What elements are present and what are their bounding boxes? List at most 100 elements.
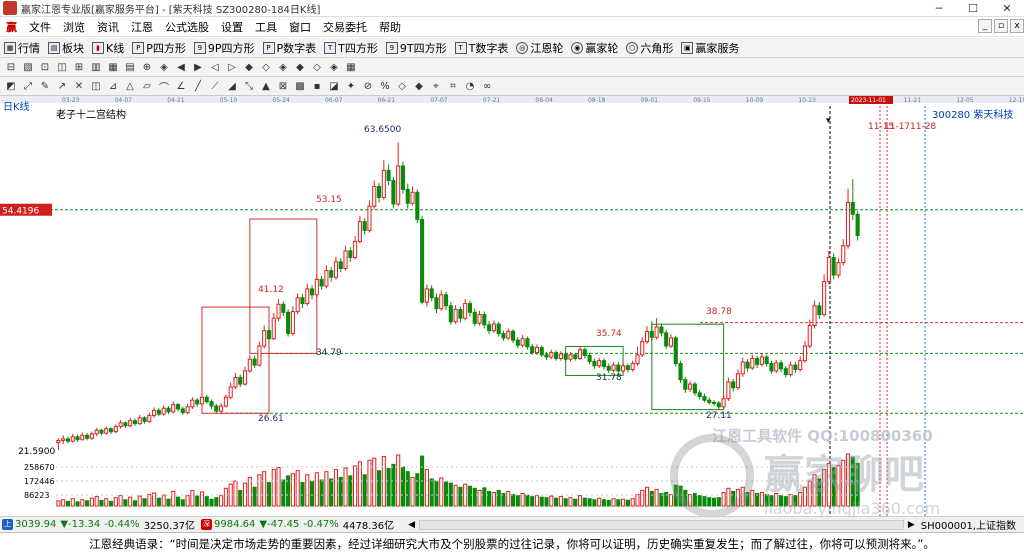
draw-tool-icon-19[interactable]: ◇ bbox=[310, 60, 324, 74]
low-price-label: 21.5900 bbox=[18, 447, 55, 457]
candle bbox=[113, 426, 118, 433]
gann-tool-icon-11[interactable]: ∠ bbox=[174, 79, 188, 93]
toolbar-service-button[interactable]: ▣ 赢家服务 bbox=[677, 40, 743, 56]
status-scroll-right-icon[interactable]: ▶ bbox=[908, 520, 915, 530]
candle bbox=[525, 338, 530, 348]
volume-bar bbox=[171, 490, 176, 507]
sh-index[interactable]: 上 3039.94 ▼-13.34 -0.44% 3250.37亿 bbox=[0, 517, 195, 532]
status-scrollbar[interactable] bbox=[419, 519, 904, 530]
toolbar-winner-wheel-button[interactable]: ◉ 赢家轮 bbox=[567, 40, 622, 56]
gann-tool-icon-13[interactable]: ⟋ bbox=[208, 79, 222, 93]
menu-item-browse[interactable]: 浏览 bbox=[57, 19, 91, 35]
draw-tool-icon-10[interactable]: ◈ bbox=[157, 60, 171, 74]
date-tick: 05-24 bbox=[272, 97, 290, 104]
draw-tool-icon-21[interactable]: ▦ bbox=[344, 60, 358, 74]
price-annotation: 35.74 bbox=[596, 329, 622, 339]
candle bbox=[434, 297, 439, 310]
draw-tool-icon-17[interactable]: ◈ bbox=[276, 60, 290, 74]
gann-tool-icon-21[interactable]: ✦ bbox=[344, 79, 358, 93]
candle bbox=[817, 305, 822, 316]
candle bbox=[520, 338, 525, 346]
draw-tool-icon-1[interactable]: ⊟ bbox=[4, 60, 18, 74]
sz-index[interactable]: 深 9984.64 ▼-47.45 -0.47% 4478.36亿 bbox=[199, 517, 394, 532]
menu-item-help[interactable]: 帮助 bbox=[373, 19, 407, 35]
menu-app-icon[interactable]: 赢 bbox=[0, 19, 23, 35]
gann-tool-icon-7[interactable]: ⊿ bbox=[106, 79, 120, 93]
gann-tool-icon-29[interactable]: ∞ bbox=[480, 79, 494, 93]
draw-tool-icon-14[interactable]: ▷ bbox=[225, 60, 239, 74]
status-scroll-left-icon[interactable]: ◀ bbox=[408, 520, 415, 530]
gann-tool-icon-2[interactable]: ⤢ bbox=[21, 79, 35, 93]
draw-tool-icon-13[interactable]: ◁ bbox=[208, 60, 222, 74]
toolbar-9p-square-button[interactable]: 9 9P四方形 bbox=[190, 40, 259, 56]
toolbar-p-square-button[interactable]: P P四方形 bbox=[128, 40, 190, 56]
menu-item-window[interactable]: 窗口 bbox=[283, 19, 317, 35]
toolbar-gann-wheel-button[interactable]: ◎ 江恩轮 bbox=[512, 40, 567, 56]
gann-tool-icon-28[interactable]: ◔ bbox=[463, 79, 477, 93]
toolbar-9t-square-button[interactable]: 9 9T四方形 bbox=[382, 40, 451, 56]
t-table-icon: T bbox=[454, 41, 467, 54]
gann-tool-icon-9[interactable]: ▱ bbox=[140, 79, 154, 93]
toolbar-t-table-button[interactable]: T T数字表 bbox=[451, 40, 513, 56]
menu-item-gann[interactable]: 江恩 bbox=[125, 19, 159, 35]
gann-tool-icon-1[interactable]: ◩ bbox=[4, 79, 18, 93]
draw-tool-icon-6[interactable]: ▥ bbox=[89, 60, 103, 74]
draw-tool-icon-16[interactable]: ◇ bbox=[259, 60, 273, 74]
toolbar-hexagon-button[interactable]: ⬡ 六角形 bbox=[622, 40, 677, 56]
close-icon[interactable]: ✕ bbox=[990, 0, 1024, 17]
toolbar-t-square-button[interactable]: T T四方形 bbox=[320, 40, 382, 56]
draw-tool-icon-20[interactable]: ◈ bbox=[327, 60, 341, 74]
menu-item-tools[interactable]: 工具 bbox=[249, 19, 283, 35]
maximize-icon[interactable]: ☐ bbox=[956, 0, 990, 17]
volume-bar bbox=[415, 473, 420, 507]
gann-tool-icon-19[interactable]: ▪ bbox=[310, 79, 324, 93]
draw-tool-icon-4[interactable]: ◫ bbox=[55, 60, 69, 74]
draw-tool-icon-2[interactable]: ▧ bbox=[21, 60, 35, 74]
draw-tool-icon-15[interactable]: ◆ bbox=[242, 60, 256, 74]
gann-tool-icon-16[interactable]: ▲ bbox=[259, 79, 273, 93]
gann-tool-icon-23[interactable]: % bbox=[378, 79, 392, 93]
mdi-minimize-icon[interactable]: _ bbox=[978, 19, 992, 33]
menu-item-trade[interactable]: 交易委托 bbox=[317, 19, 373, 35]
minimize-icon[interactable]: ─ bbox=[922, 0, 956, 17]
draw-tool-icon-12[interactable]: ▶ bbox=[191, 60, 205, 74]
draw-tool-icon-11[interactable]: ◀ bbox=[174, 60, 188, 74]
gann-tool-icon-15[interactable]: ⤡ bbox=[242, 79, 256, 93]
gann-tool-icon-17[interactable]: ⊠ bbox=[276, 79, 290, 93]
menu-item-file[interactable]: 文件 bbox=[23, 19, 57, 35]
gann-tool-icon-3[interactable]: ✎ bbox=[38, 79, 52, 93]
draw-tool-icon-9[interactable]: ⊕ bbox=[140, 60, 154, 74]
menu-item-settings[interactable]: 设置 bbox=[215, 19, 249, 35]
mdi-restore-icon[interactable]: ▫ bbox=[994, 19, 1008, 33]
gann-tool-icon-8[interactable]: △ bbox=[123, 79, 137, 93]
status-index-selector[interactable]: SH000001,上证指数 bbox=[921, 517, 1016, 532]
draw-tool-icon-7[interactable]: ▦ bbox=[106, 60, 120, 74]
gann-tool-icon-12[interactable]: ╱ bbox=[191, 79, 205, 93]
gann-tool-icon-10[interactable]: ⌒ bbox=[157, 79, 171, 94]
gann-tool-icon-24[interactable]: ◇ bbox=[395, 79, 409, 93]
gann-tool-icon-4[interactable]: ↗ bbox=[55, 79, 69, 93]
toolbar-kline-button[interactable]: ▮ K线 bbox=[88, 40, 128, 56]
draw-tool-icon-8[interactable]: ▤ bbox=[123, 60, 137, 74]
gann-tool-icon-5[interactable]: ✕ bbox=[72, 79, 86, 93]
gann-tool-icon-22[interactable]: ⊘ bbox=[361, 79, 375, 93]
gann-tool-icon-18[interactable]: ▩ bbox=[293, 79, 307, 93]
gann-tool-icon-20[interactable]: ◪ bbox=[327, 79, 341, 93]
toolbar-quotes-button[interactable]: ▦ 行情 bbox=[0, 40, 44, 56]
menu-item-news[interactable]: 资讯 bbox=[91, 19, 125, 35]
gann-tool-icon-25[interactable]: ◆ bbox=[412, 79, 426, 93]
toolbar-p-table-button[interactable]: P P数字表 bbox=[259, 40, 321, 56]
draw-tool-icon-18[interactable]: ◆ bbox=[293, 60, 307, 74]
toolbar-label: 行情 bbox=[18, 41, 40, 55]
mdi-close-icon[interactable]: x bbox=[1010, 19, 1024, 33]
kline-chart-area[interactable]: 03-23 04-07 04-21 05-10 05-24 06-07 06-21 07-07… bbox=[0, 96, 1024, 518]
gann-tool-icon-6[interactable]: ◫ bbox=[89, 79, 103, 93]
menu-item-formula[interactable]: 公式选股 bbox=[159, 19, 215, 35]
gann-tool-icon-27[interactable]: ⌗ bbox=[446, 79, 460, 93]
toolbar-sector-button[interactable]: ▤ 板块 bbox=[44, 40, 88, 56]
draw-tool-icon-3[interactable]: ⊡ bbox=[38, 60, 52, 74]
kline-chart[interactable]: 03-23 04-07 04-21 05-10 05-24 06-07 06-21 07-07… bbox=[0, 96, 1024, 518]
draw-tool-icon-5[interactable]: ⊞ bbox=[72, 60, 86, 74]
gann-tool-icon-14[interactable]: ◢ bbox=[225, 79, 239, 93]
gann-tool-icon-26[interactable]: ⌖ bbox=[429, 79, 443, 93]
